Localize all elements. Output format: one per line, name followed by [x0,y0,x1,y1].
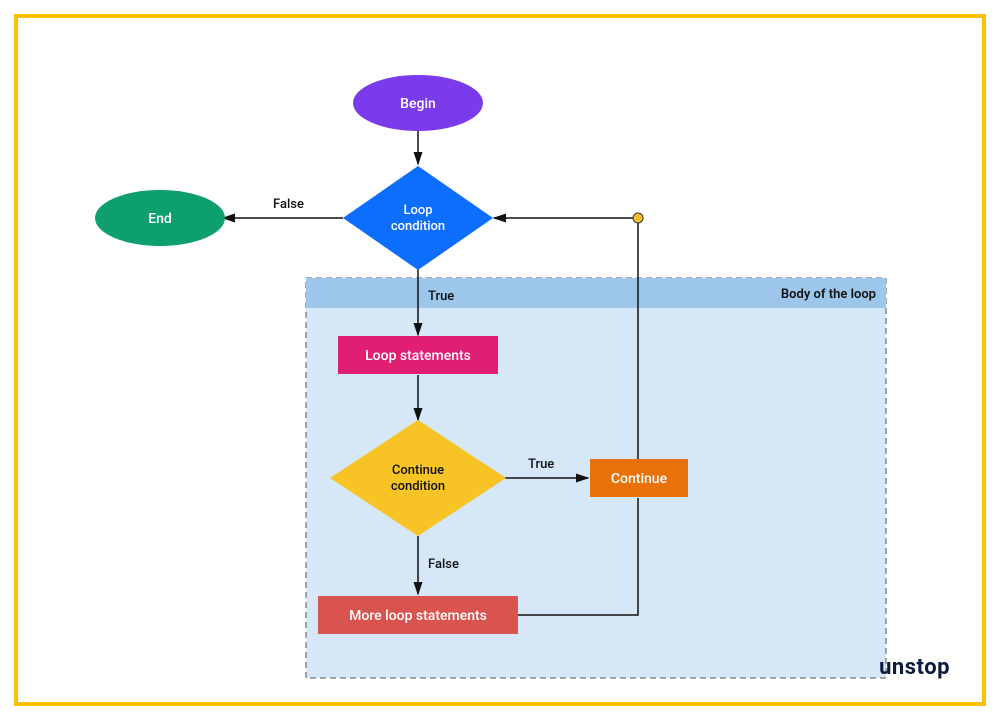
svg-text:condition: condition [391,219,445,234]
node-loop-condition: Loop condition [343,166,493,270]
junction-node [633,213,643,223]
diagram-frame: Body of the loop False True True False B… [14,14,986,706]
node-continue: Continue [590,459,688,497]
label-true: True [428,289,454,304]
node-begin: Begin [353,75,483,131]
svg-text:More loop statements: More loop statements [349,608,487,624]
flowchart-svg: Body of the loop False True True False B… [18,18,982,702]
svg-text:Begin: Begin [400,96,436,112]
svg-text:Continue: Continue [392,463,444,478]
svg-text:condition: condition [391,479,445,494]
label-false2: False [428,557,459,572]
label-false: False [273,197,304,212]
svg-text:Loop statements: Loop statements [365,348,471,364]
svg-text:Continue: Continue [611,471,668,487]
node-more-loop: More loop statements [318,596,518,634]
node-loop-statements: Loop statements [338,336,498,374]
svg-text:Loop: Loop [403,203,432,218]
label-true2: True [528,457,554,472]
loop-body-label: Body of the loop [781,287,876,302]
svg-text:End: End [148,211,172,227]
node-end: End [95,190,225,246]
brand-logo: unstop [879,655,950,680]
brand-text: unstop [879,655,950,680]
